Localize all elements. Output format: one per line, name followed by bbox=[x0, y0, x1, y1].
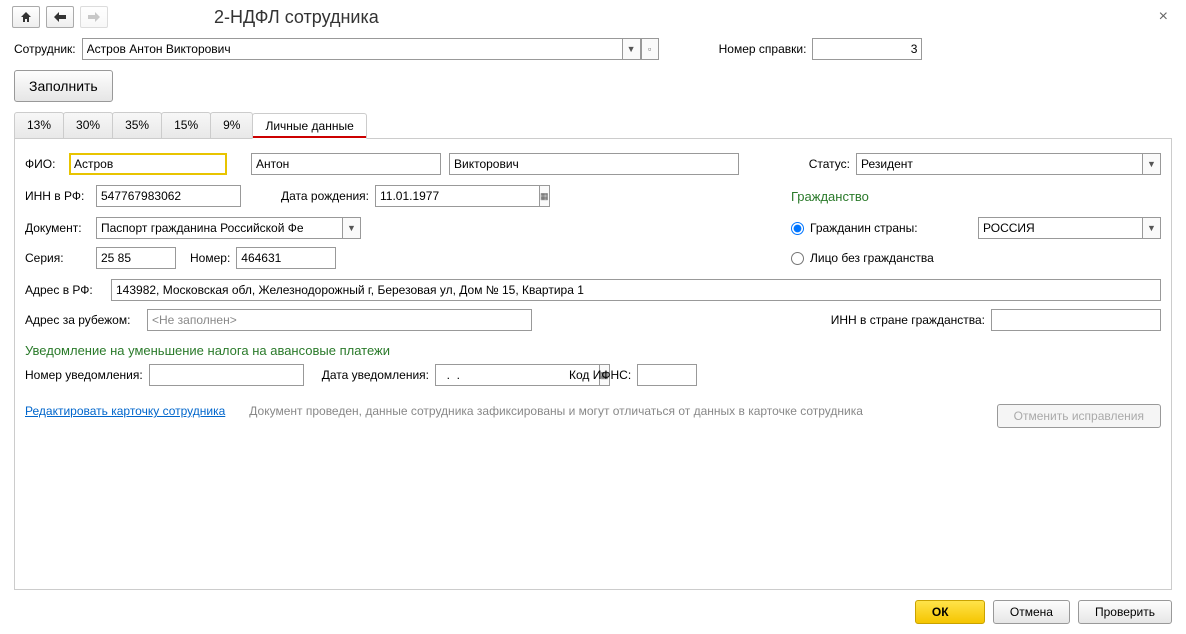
number-input[interactable] bbox=[236, 247, 336, 269]
notice-num-input[interactable] bbox=[149, 364, 304, 386]
address-input[interactable] bbox=[111, 279, 1161, 301]
fio-label: ФИО: bbox=[25, 157, 63, 171]
address-label: Адрес в РФ: bbox=[25, 283, 105, 297]
info-text: Документ проведен, данные сотрудника заф… bbox=[249, 404, 996, 418]
citizen-country-label: Гражданин страны: bbox=[810, 221, 972, 235]
fill-button[interactable]: Заполнить bbox=[14, 70, 113, 102]
inn-label: ИНН в РФ: bbox=[25, 189, 90, 203]
ifns-label: Код ИФНС: bbox=[569, 368, 631, 382]
employee-dropdown-icon[interactable]: ▼ bbox=[623, 38, 641, 60]
forward-button[interactable] bbox=[80, 6, 108, 28]
name-input[interactable] bbox=[251, 153, 441, 175]
tab-15[interactable]: 15% bbox=[161, 112, 211, 138]
stateless-label: Лицо без гражданства bbox=[810, 251, 934, 265]
inn-country-label: ИНН в стране гражданства: bbox=[831, 313, 985, 327]
inn-input[interactable] bbox=[96, 185, 241, 207]
country-dropdown-icon[interactable]: ▼ bbox=[1143, 217, 1161, 239]
tab-personal[interactable]: Личные данные bbox=[252, 113, 366, 139]
number-label: Номер: bbox=[190, 251, 230, 265]
employee-open-icon[interactable]: ▫ bbox=[641, 38, 659, 60]
doc-label: Документ: bbox=[25, 221, 90, 235]
employee-input[interactable] bbox=[82, 38, 623, 60]
ifns-input[interactable] bbox=[637, 364, 697, 386]
stateless-radio[interactable] bbox=[791, 252, 804, 265]
citizenship-header: Гражданство bbox=[791, 189, 869, 204]
close-icon[interactable]: × bbox=[1153, 8, 1174, 26]
series-label: Серия: bbox=[25, 251, 90, 265]
address-abroad-input[interactable] bbox=[147, 309, 532, 331]
address-abroad-label: Адрес за рубежом: bbox=[25, 313, 141, 327]
ref-input[interactable] bbox=[812, 38, 922, 60]
tab-35[interactable]: 35% bbox=[112, 112, 162, 138]
cancel-fix-button[interactable]: Отменить исправления bbox=[997, 404, 1161, 428]
check-button[interactable]: Проверить bbox=[1078, 600, 1172, 624]
surname-input[interactable] bbox=[69, 153, 227, 175]
inn-country-input[interactable] bbox=[991, 309, 1161, 331]
citizen-country-radio[interactable] bbox=[791, 222, 804, 235]
notice-num-label: Номер уведомления: bbox=[25, 368, 143, 382]
cancel-button[interactable]: Отмена bbox=[993, 600, 1070, 624]
notice-date-label: Дата уведомления: bbox=[322, 368, 429, 382]
employee-label: Сотрудник: bbox=[14, 42, 76, 56]
tabstrip: 13% 30% 35% 15% 9% Личные данные bbox=[14, 112, 1172, 139]
footer: ОК Отмена Проверить bbox=[0, 590, 1186, 634]
ok-button[interactable]: ОК bbox=[915, 600, 985, 624]
status-label: Статус: bbox=[809, 157, 850, 171]
tab-30[interactable]: 30% bbox=[63, 112, 113, 138]
birth-input[interactable] bbox=[375, 185, 540, 207]
calendar-icon[interactable]: ▦ bbox=[540, 185, 550, 207]
status-input[interactable] bbox=[856, 153, 1143, 175]
doc-dropdown-icon[interactable]: ▼ bbox=[343, 217, 361, 239]
back-button[interactable] bbox=[46, 6, 74, 28]
employee-row: Сотрудник: ▼ ▫ Номер справки: bbox=[14, 38, 1172, 60]
doc-input[interactable] bbox=[96, 217, 343, 239]
home-button[interactable] bbox=[12, 6, 40, 28]
tab-13[interactable]: 13% bbox=[14, 112, 64, 138]
notice-header: Уведомление на уменьшение налога на аван… bbox=[25, 343, 390, 358]
toolbar: 2-НДФЛ сотрудника × bbox=[0, 0, 1186, 34]
country-input[interactable] bbox=[978, 217, 1143, 239]
ref-label: Номер справки: bbox=[719, 42, 807, 56]
tab-9[interactable]: 9% bbox=[210, 112, 253, 138]
window-title: 2-НДФЛ сотрудника bbox=[214, 7, 379, 28]
status-dropdown-icon[interactable]: ▼ bbox=[1143, 153, 1161, 175]
patronymic-input[interactable] bbox=[449, 153, 739, 175]
series-input[interactable] bbox=[96, 247, 176, 269]
edit-card-link[interactable]: Редактировать карточку сотрудника bbox=[25, 404, 225, 418]
tab-body: ФИО: Статус: ▼ ИНН в РФ: Дата рождения: … bbox=[14, 139, 1172, 590]
birth-label: Дата рождения: bbox=[281, 189, 369, 203]
